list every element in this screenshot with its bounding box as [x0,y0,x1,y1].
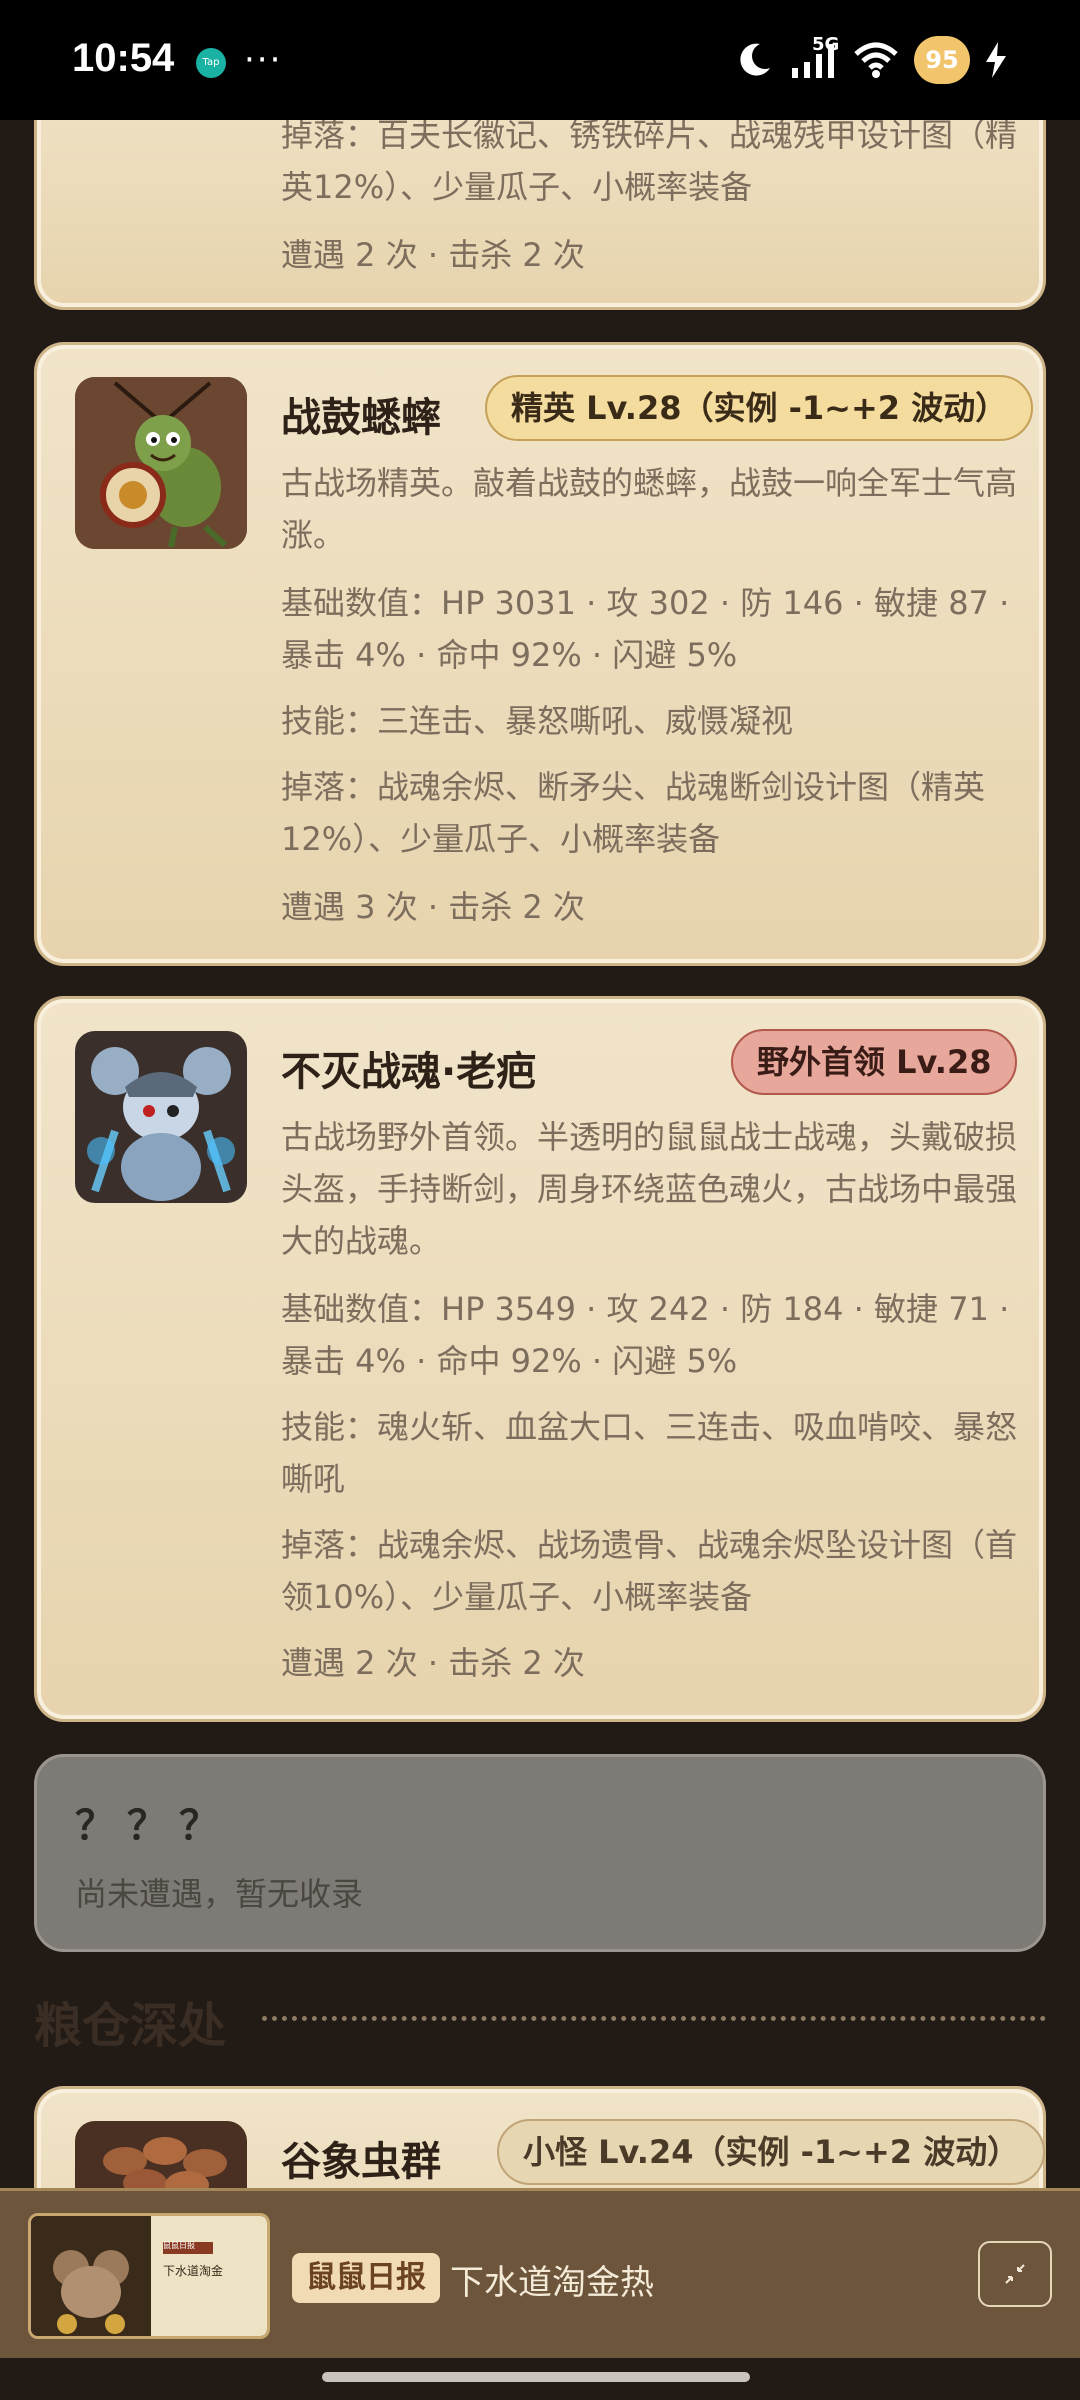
monster-stats: 基础数值：HP 3549 · 攻 242 · 防 184 · 敏捷 71 · 暴… [281,1290,1010,1380]
status-time: 10:54 [72,36,175,80]
monster-stats: 基础数值：HP 3031 · 攻 302 · 防 146 · 敏捷 87 · 暴… [281,584,1010,674]
monster-rank-tag: 小怪 Lv.24（实例 -1~+2 波动） [497,2119,1046,2185]
news-badge: 鼠鼠日报 [292,2253,440,2303]
tap-app-icon: Tap [196,48,226,78]
monster-drops: 掉落：百夫长徽记、锈铁碎片、战魂残甲设计图（精英12%）、少量瓜子、小概率装备 [281,116,1018,206]
news-thumbnail[interactable]: 鼠鼠日报 下水道淘金 [28,2213,270,2339]
charging-icon [986,42,1006,78]
status-bar: 10:54 Tap ··· 5G 95 [0,0,1080,120]
monster-list: 掉落：百夫长徽记、锈铁碎片、战魂残甲设计图（精英12%）、少量瓜子、小概率装备 … [0,0,1080,2400]
boss-avatar [75,1031,247,1203]
monster-rank-tag: 野外首领 Lv.28 [731,1029,1018,1095]
unknown-subtitle: 尚未遭遇，暂无收录 [75,1875,364,1913]
news-bar[interactable]: 鼠鼠日报 下水道淘金 鼠鼠日报 下水道淘金热 [0,2188,1080,2358]
monster-name: 谷象虫群 [281,2139,441,2185]
monster-name: 不灭战魂·老疤 [281,1049,537,1095]
cellular-signal-icon: 5G [788,34,839,80]
monster-card-boss[interactable]: 不灭战魂·老疤 野外首领 Lv.28 古战场野外首领。半透明的鼠鼠战士战魂，头戴… [34,996,1046,1722]
ghost-mouse-icon [75,1031,247,1203]
monster-skills: 技能：魂火斩、血盆大口、三连击、吸血啃咬、暴怒嘶吼 [281,1408,1018,1498]
monster-description: 古战场野外首领。半透明的鼠鼠战士战魂，头戴破损头盔，手持断剑，周身环绕蓝色魂火，… [281,1118,1018,1260]
expand-button[interactable] [978,2241,1052,2307]
thumbnail-title: 下水道淘金 [163,2264,224,2278]
network-type: 5G [812,34,840,55]
moon-icon [740,43,770,76]
section-divider [262,2016,1046,2021]
status-icons: 5G 95 [734,30,1008,90]
news-thumbnail-image [31,2216,267,2336]
home-indicator[interactable] [322,2372,750,2382]
monster-rank-tag: 精英 Lv.28（实例 -1~+2 波动） [485,375,1034,441]
monster-encounters: 遭遇 2 次 · 击杀 2 次 [281,236,585,274]
cricket-icon [75,377,247,549]
more-notifications-icon: ··· [244,40,283,80]
monster-encounters: 遭遇 3 次 · 击杀 2 次 [281,888,585,926]
monster-skills: 技能：三连击、暴怒嘶吼、威慑凝视 [281,702,794,740]
battery-level: 95 [914,36,970,84]
cricket-avatar [75,377,247,549]
wifi-icon [854,42,898,78]
unknown-title: ？？？ [75,1803,231,1849]
monster-card-cricket[interactable]: 战鼓蟋蟀 精英 Lv.28（实例 -1~+2 波动） 古战场精英。敲着战鼓的蟋蟀… [34,342,1046,966]
section-title: 粮仓深处 [34,1998,227,2054]
monster-description: 古战场精英。敲着战鼓的蟋蟀，战鼓一响全军士气高涨。 [281,464,1018,554]
thumbnail-label: 鼠鼠日报 [163,2241,195,2250]
monster-encounters: 遭遇 2 次 · 击杀 2 次 [281,1644,585,1682]
news-title[interactable]: 下水道淘金热 [450,2255,654,2304]
collapse-arrows-icon [1005,2264,1025,2284]
monster-drops: 掉落：战魂余烬、战场遗骨、战魂余烬坠设计图（首领10%）、少量瓜子、小概率装备 [281,1526,1018,1616]
monster-card-unknown[interactable]: ？？？ 尚未遭遇，暂无收录 [34,1754,1046,1952]
monster-name: 战鼓蟋蟀 [281,395,441,441]
monster-drops: 掉落：战魂余烬、断矛尖、战魂断剑设计图（精英12%）、少量瓜子、小概率装备 [281,768,986,858]
